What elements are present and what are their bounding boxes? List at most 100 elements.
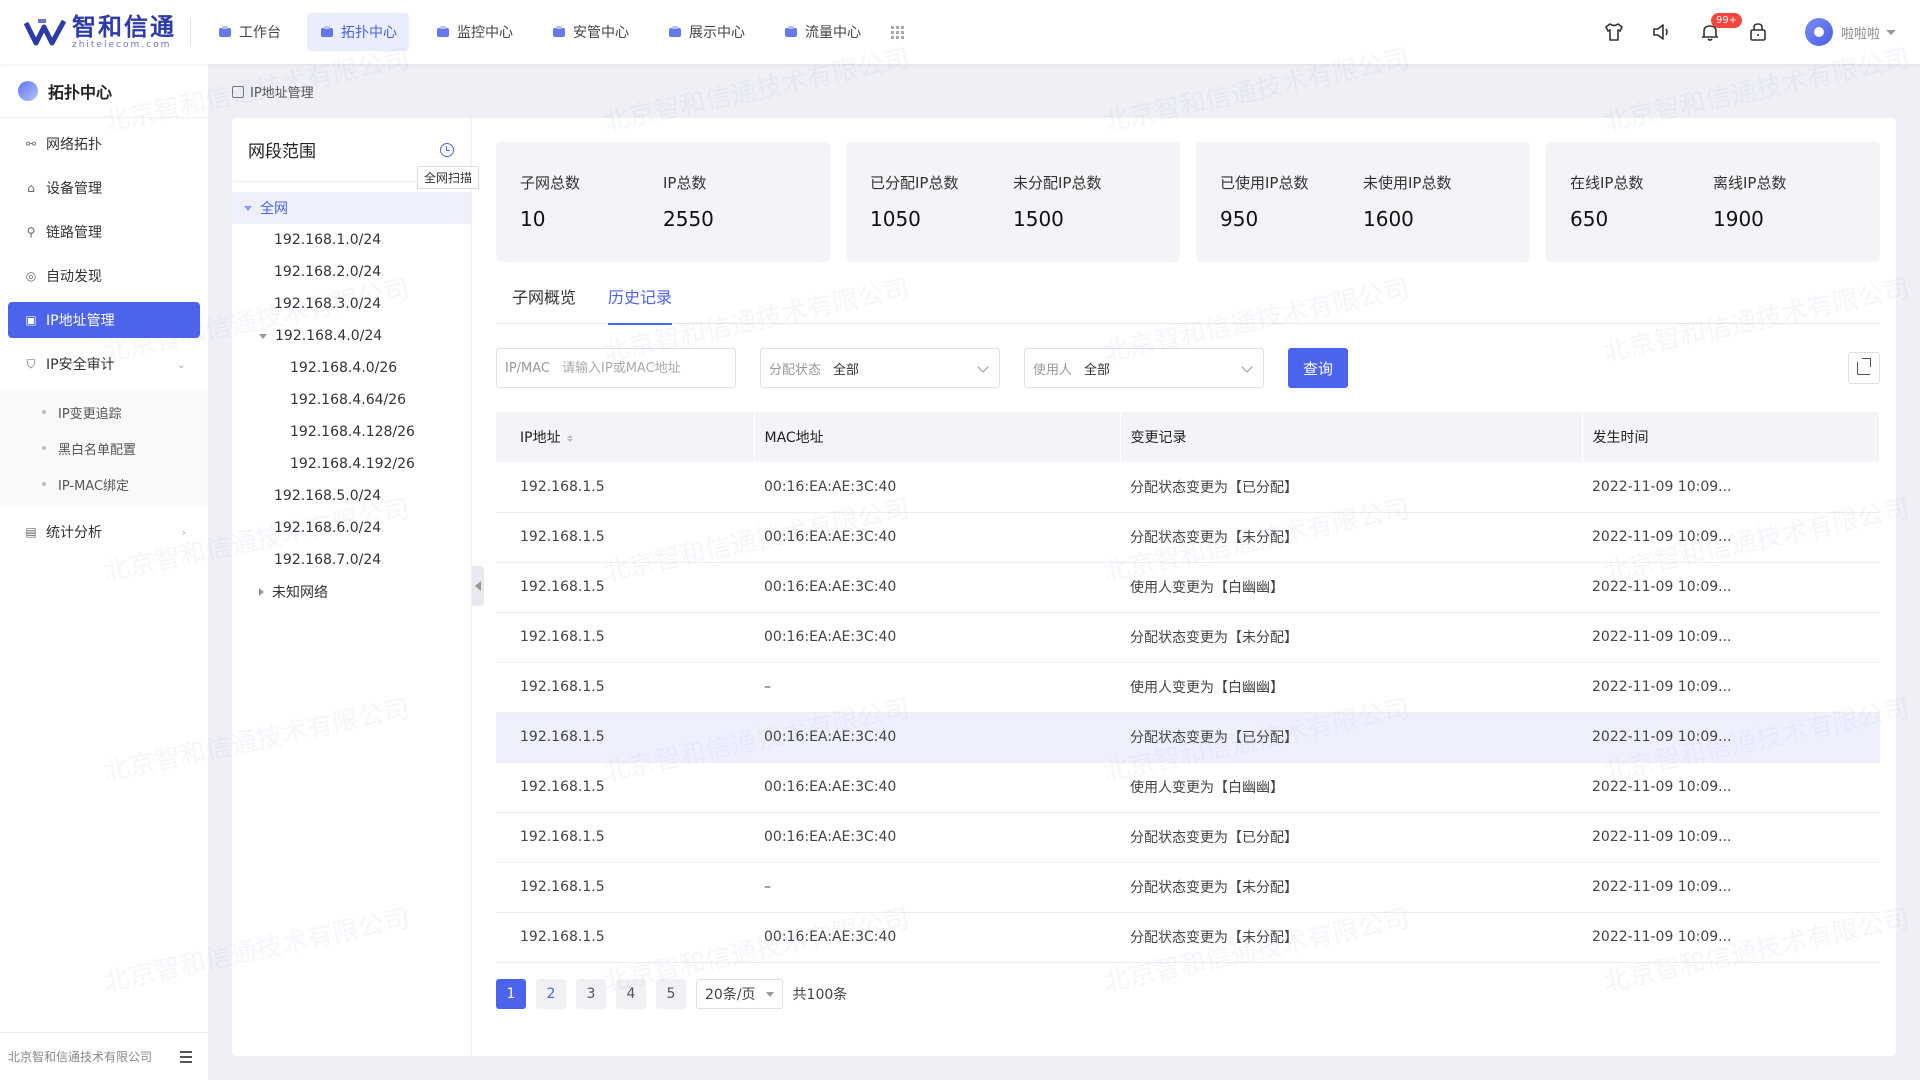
tree-node[interactable]: 192.168.1.0/24: [232, 224, 471, 256]
tree-node[interactable]: 192.168.3.0/24: [232, 288, 471, 320]
caret-right-icon[interactable]: [259, 588, 264, 596]
tree-node[interactable]: 192.168.4.0/24: [232, 320, 471, 352]
user-select-value: 全部: [1084, 362, 1111, 378]
page-button[interactable]: 1: [496, 978, 526, 1009]
sidebar-footer: 北京智和信通技术有限公司: [0, 1032, 208, 1080]
tree-node[interactable]: 192.168.6.0/24: [232, 512, 471, 544]
cell-mac: 00:16:EA:AE:3C:40: [754, 562, 1120, 613]
column-header-ip[interactable]: IP地址: [496, 412, 755, 462]
page-button[interactable]: 3: [576, 978, 606, 1009]
page-button[interactable]: 5: [656, 978, 686, 1009]
cell-change-record: 分配状态变更为【已分配】: [1120, 712, 1582, 763]
tree-node-label: 192.168.5.0/24: [274, 488, 382, 504]
export-button[interactable]: [1848, 352, 1880, 384]
user-select[interactable]: 使用人 全部: [1024, 348, 1264, 388]
nav-item-4[interactable]: 展示中心: [655, 13, 757, 51]
nav-item-1[interactable]: 拓扑中心: [307, 13, 409, 51]
tree-node-root[interactable]: 全网: [232, 192, 471, 224]
sidebar-subitem-ip-change-tracking[interactable]: IP变更追踪: [0, 394, 208, 430]
nav-item-2[interactable]: 监控中心: [423, 13, 525, 51]
query-button[interactable]: 查询: [1288, 348, 1348, 388]
sidebar-item-label: 网络拓扑: [46, 137, 102, 153]
ip-mac-search-input[interactable]: [562, 360, 713, 376]
chevron-down-icon: [1241, 361, 1253, 373]
monitor-icon: [435, 24, 451, 40]
brand-logo[interactable]: 智和信通 zhitelecom.com: [0, 0, 190, 64]
ip-mac-filter: IP/MAC: [496, 348, 736, 388]
history-table: IP地址 MAC地址 变更记录 发生时间 192.168.1.5 00:16:EA…: [496, 412, 1880, 963]
tab-subnet-overview[interactable]: 子网概览: [512, 284, 576, 324]
cell-mac: 00:16:EA:AE:3C:40: [754, 912, 1120, 963]
sidebar-item-network-topology[interactable]: ⚯ 网络拓扑: [8, 126, 200, 162]
sidebar-item-statistics[interactable]: ▤ 统计分析 ›: [8, 514, 200, 550]
collapse-menu-icon[interactable]: [176, 1047, 196, 1067]
sidebar-item-auto-discovery[interactable]: ◎ 自动发现: [8, 258, 200, 294]
user-select-label: 使用人: [1033, 362, 1073, 378]
tab-history[interactable]: 历史记录: [608, 284, 673, 325]
table-row[interactable]: 192.168.1.5 00:16:EA:AE:3C:40 使用人变更为【白幽幽】 2…: [496, 562, 1880, 613]
bell-icon[interactable]: 99+: [1697, 13, 1743, 45]
cell-ip: 192.168.1.5: [496, 712, 754, 763]
sidebar-subitem-label: IP变更追踪: [58, 406, 122, 422]
table-row[interactable]: 192.168.1.5 00:16:EA:AE:3C:40 分配状态变更为【已分配】…: [496, 712, 1880, 763]
tree-node[interactable]: 192.168.2.0/24: [232, 256, 471, 288]
table-row[interactable]: 192.168.1.5– 使用人变更为【白幽幽】 2022-11-09 10:09.…: [496, 662, 1880, 713]
table-row[interactable]: 192.168.1.5– 分配状态变更为【未分配】 2022-11-09 10:09…: [496, 862, 1880, 913]
sidebar-item-device-management[interactable]: ⌂ 设备管理: [8, 170, 200, 206]
sidebar-item-ip-security-audit[interactable]: ⛉ IP安全审计 ⌄: [8, 346, 200, 382]
cell-time: 2022-11-09 10:09...: [1582, 812, 1880, 863]
tree-panel-header: 网段范围 全网扫描: [232, 118, 479, 189]
table-row[interactable]: 192.168.1.5 00:16:EA:AE:3C:40 分配状态变更为【已分配】…: [496, 812, 1880, 863]
breadcrumb-current[interactable]: IP地址管理: [250, 82, 314, 101]
page-button[interactable]: 2: [536, 978, 566, 1009]
sidebar-subitem-ip-mac-binding[interactable]: IP-MAC绑定: [0, 466, 208, 502]
cell-time: 2022-11-09 10:09...: [1582, 462, 1880, 513]
nav-item-0[interactable]: 工作台: [205, 13, 293, 51]
cell-ip: 192.168.1.5: [496, 862, 754, 913]
tree-node[interactable]: 192.168.5.0/24: [232, 480, 471, 512]
stat-label: IP总数: [663, 174, 707, 192]
lock-icon[interactable]: [1745, 19, 1771, 45]
tree-node-child[interactable]: 192.168.4.64/26: [232, 384, 471, 416]
network-scan-button[interactable]: [437, 140, 457, 160]
sidebar-item-link-management[interactable]: ⚲ 链路管理: [8, 214, 200, 250]
tree-node-label: 192.168.4.64/26: [290, 392, 407, 408]
table-row[interactable]: 192.168.1.5 00:16:EA:AE:3C:40 分配状态变更为【未分配】…: [496, 912, 1880, 963]
table-row[interactable]: 192.168.1.5 00:16:EA:AE:3C:40 分配状态变更为【未分配】…: [496, 612, 1880, 663]
table-row[interactable]: 192.168.1.5 00:16:EA:AE:3C:40 分配状态变更为【已分配】…: [496, 462, 1880, 513]
caret-down-icon[interactable]: [244, 205, 252, 211]
export-icon: [1857, 358, 1871, 375]
tree-node-label: 192.168.4.192/26: [290, 456, 415, 472]
page-button[interactable]: 4: [616, 978, 646, 1009]
traffic-icon: [783, 24, 799, 40]
sidebar-subitem-blacklist-config[interactable]: 黑白名单配置: [0, 430, 208, 466]
collapse-tree-button[interactable]: [472, 566, 484, 606]
scan-tooltip: 全网扫描: [416, 166, 479, 189]
table-row[interactable]: 192.168.1.5 00:16:EA:AE:3C:40 使用人变更为【白幽幽】 2…: [496, 762, 1880, 813]
page-size-select[interactable]: 20条/页: [696, 978, 783, 1009]
cell-time: 2022-11-09 10:09...: [1582, 612, 1880, 663]
tree-node-unknown[interactable]: 未知网络: [232, 576, 471, 608]
cell-time: 2022-11-09 10:09...: [1582, 862, 1880, 913]
tree-node-child[interactable]: 192.168.4.192/26: [232, 448, 471, 480]
allocation-status-select[interactable]: 分配状态 全部: [760, 348, 1000, 388]
nav-item-5[interactable]: 流量中心: [771, 13, 873, 51]
tree-node-child[interactable]: 192.168.4.128/26: [232, 416, 471, 448]
nav-item-3[interactable]: 安管中心: [539, 13, 641, 51]
cell-mac: 00:16:EA:AE:3C:40: [754, 762, 1120, 813]
tab-bar: 子网概览 历史记录: [496, 284, 1880, 325]
tree-node-label: 192.168.1.0/24: [274, 232, 382, 248]
user-menu[interactable]: 啦啦啦: [1804, 18, 1896, 46]
apps-grid-icon[interactable]: [891, 25, 904, 39]
tree-node-child[interactable]: 192.168.4.0/26: [232, 352, 471, 384]
caret-down-icon[interactable]: [259, 333, 267, 339]
tree-node[interactable]: 192.168.7.0/24: [232, 544, 471, 576]
sort-icon[interactable]: [566, 434, 573, 442]
table-row[interactable]: 192.168.1.5 00:16:EA:AE:3C:40 分配状态变更为【未分配】…: [496, 512, 1880, 563]
tshirt-icon[interactable]: [1601, 19, 1627, 45]
chevron-right-icon: ›: [181, 525, 186, 539]
speaker-icon[interactable]: [1649, 19, 1675, 45]
nav-divider: [190, 18, 191, 46]
stat-value: 1050: [870, 207, 921, 231]
sidebar-item-ip-management[interactable]: ▣ IP地址管理: [8, 302, 200, 338]
